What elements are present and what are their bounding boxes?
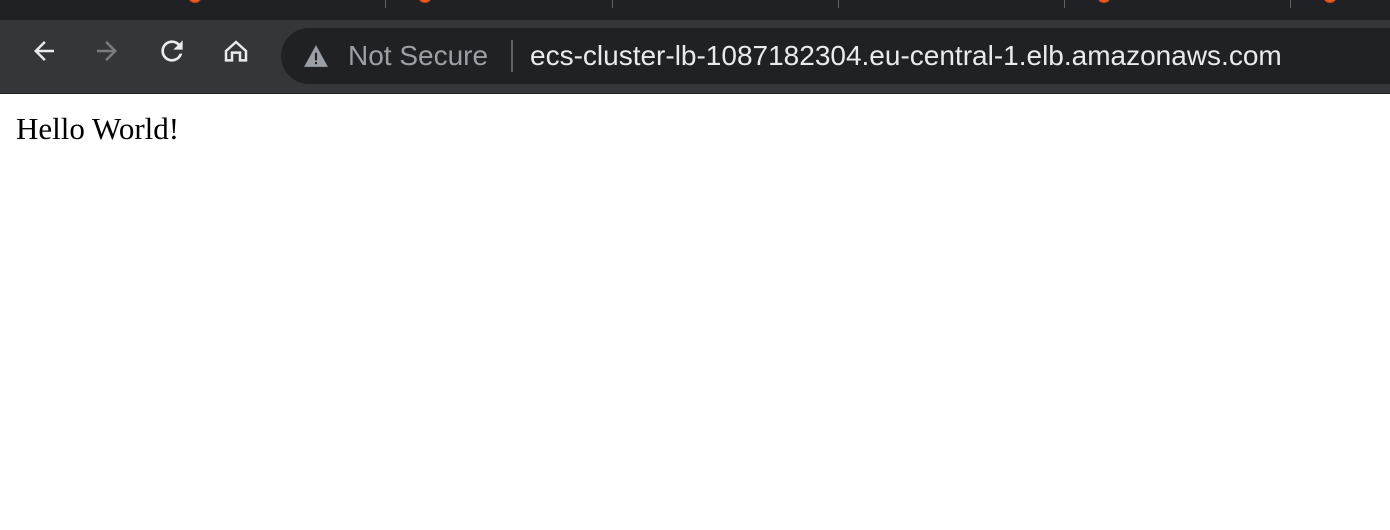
- arrow-right-icon: [97, 41, 117, 61]
- browser-toolbar: Not Secure ecs-cluster-lb-1087182304.eu-…: [0, 20, 1390, 94]
- browser-tab[interactable]: [1065, 0, 1290, 20]
- address-bar[interactable]: Not Secure ecs-cluster-lb-1087182304.eu-…: [281, 28, 1390, 84]
- browser-tab[interactable]: [613, 0, 838, 20]
- reload-button[interactable]: [155, 34, 189, 68]
- browser-tab[interactable]: [0, 0, 385, 20]
- page-content: Hello World!: [0, 94, 1390, 530]
- tab-favicon-icon: [188, 0, 202, 3]
- browser-tab[interactable]: [1291, 0, 1390, 20]
- back-button[interactable]: [27, 34, 61, 68]
- tab-favicon-icon: [1097, 0, 1111, 3]
- security-status-label[interactable]: Not Secure: [348, 40, 488, 72]
- page-body-text: Hello World!: [16, 111, 180, 146]
- home-icon: [224, 40, 248, 62]
- arrow-left-icon: [34, 41, 54, 61]
- warning-triangle-icon[interactable]: [303, 44, 329, 68]
- address-divider: [511, 40, 513, 72]
- home-button[interactable]: [219, 34, 253, 68]
- tab-strip: [0, 0, 1390, 20]
- reload-icon: [161, 40, 183, 62]
- tab-favicon-icon: [1323, 0, 1337, 3]
- tab-favicon-icon: [418, 0, 432, 3]
- browser-tab[interactable]: [386, 0, 612, 20]
- browser-tab[interactable]: [839, 0, 1064, 20]
- url-text[interactable]: ecs-cluster-lb-1087182304.eu-central-1.e…: [530, 40, 1282, 72]
- forward-button[interactable]: [90, 34, 124, 68]
